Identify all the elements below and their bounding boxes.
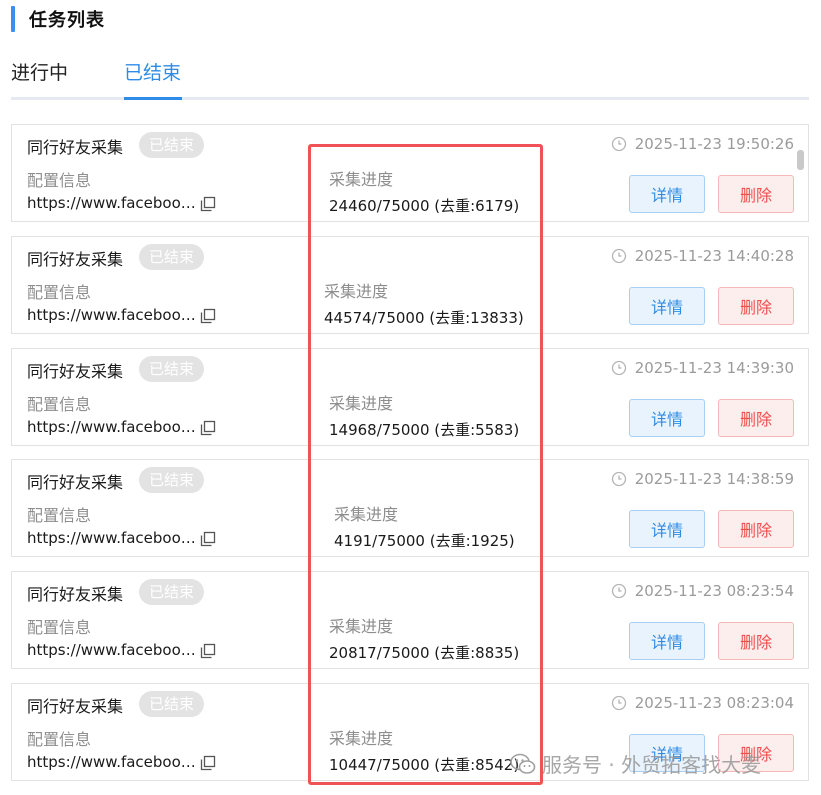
config-url: https://www.faceboo… — [27, 641, 196, 659]
status-badge: 已结束 — [139, 132, 205, 158]
detail-button[interactable]: 详情 — [629, 399, 705, 437]
task-card: 同行好友采集 已结束 配置信息 https://www.faceboo… 采集进… — [11, 683, 809, 781]
status-badge: 已结束 — [139, 467, 205, 493]
page-title: 任务列表 — [29, 10, 105, 31]
task-name: 同行好友采集 — [27, 585, 124, 604]
config-url: https://www.faceboo… — [27, 418, 196, 436]
task-time-text: 2025-11-23 08:23:04 — [634, 694, 794, 712]
task-name: 同行好友采集 — [27, 473, 124, 492]
clock-icon — [611, 360, 626, 376]
progress-label: 采集进度 — [329, 617, 394, 636]
copy-icon[interactable] — [200, 643, 216, 659]
progress-label: 采集进度 — [329, 729, 394, 748]
delete-button[interactable]: 删除 — [718, 622, 794, 660]
task-time: 2025-11-23 14:40:28 — [611, 247, 794, 265]
task-list-page: 任务列表 进行中 已结束 同行好友采集 已结束 配置信息 https://www… — [0, 0, 821, 795]
progress-label: 采集进度 — [329, 394, 394, 413]
copy-icon[interactable] — [200, 308, 216, 324]
config-label: 配置信息 — [27, 171, 92, 190]
progress-value: 24460/75000 (去重:6179) — [329, 197, 520, 215]
clock-icon — [611, 471, 626, 487]
task-time-text: 2025-11-23 19:50:26 — [634, 135, 794, 153]
config-label: 配置信息 — [27, 283, 92, 302]
clock-icon — [611, 248, 626, 264]
progress-value: 44574/75000 (去重:13833) — [324, 309, 524, 327]
detail-button[interactable]: 详情 — [629, 734, 705, 772]
task-name: 同行好友采集 — [27, 250, 124, 269]
config-url: https://www.faceboo… — [27, 529, 196, 547]
clock-icon — [611, 583, 626, 599]
progress-label: 采集进度 — [334, 505, 399, 524]
copy-icon[interactable] — [200, 420, 216, 436]
task-name: 同行好友采集 — [27, 697, 124, 716]
progress-value: 14968/75000 (去重:5583) — [329, 421, 520, 439]
tab-ended[interactable]: 已结束 — [124, 58, 181, 85]
config-label: 配置信息 — [27, 730, 92, 749]
copy-icon[interactable] — [200, 196, 216, 212]
task-card: 同行好友采集 已结束 配置信息 https://www.faceboo… 采集进… — [11, 124, 809, 222]
task-time: 2025-11-23 14:38:59 — [611, 470, 794, 488]
page-header: 任务列表 — [11, 6, 105, 32]
task-name: 同行好友采集 — [27, 362, 124, 381]
detail-button[interactable]: 详情 — [629, 175, 705, 213]
task-time: 2025-11-23 08:23:54 — [611, 582, 794, 600]
config-url: https://www.faceboo… — [27, 306, 196, 324]
clock-icon — [611, 136, 626, 152]
task-time-text: 2025-11-23 08:23:54 — [634, 582, 794, 600]
delete-button[interactable]: 删除 — [718, 287, 794, 325]
progress-value: 10447/75000 (去重:8542) — [329, 756, 520, 774]
delete-button[interactable]: 删除 — [718, 399, 794, 437]
task-card: 同行好友采集 已结束 配置信息 https://www.faceboo… 采集进… — [11, 348, 809, 446]
task-card: 同行好友采集 已结束 配置信息 https://www.faceboo… 采集进… — [11, 236, 809, 334]
active-tab-indicator — [124, 97, 182, 100]
status-badge: 已结束 — [139, 691, 205, 717]
task-time: 2025-11-23 19:50:26 — [611, 135, 794, 153]
clock-icon — [611, 695, 626, 711]
delete-button[interactable]: 删除 — [718, 175, 794, 213]
status-badge: 已结束 — [139, 356, 205, 382]
config-label: 配置信息 — [27, 395, 92, 414]
detail-button[interactable]: 详情 — [629, 622, 705, 660]
tab-running[interactable]: 进行中 — [11, 58, 68, 85]
copy-icon[interactable] — [200, 531, 216, 547]
task-card: 同行好友采集 已结束 配置信息 https://www.faceboo… 采集进… — [11, 571, 809, 669]
task-time: 2025-11-23 08:23:04 — [611, 694, 794, 712]
task-name: 同行好友采集 — [27, 138, 124, 157]
task-time-text: 2025-11-23 14:38:59 — [634, 470, 794, 488]
config-url: https://www.faceboo… — [27, 753, 196, 771]
detail-button[interactable]: 详情 — [629, 510, 705, 548]
config-label: 配置信息 — [27, 506, 92, 525]
progress-value: 20817/75000 (去重:8835) — [329, 644, 520, 662]
delete-button[interactable]: 删除 — [718, 510, 794, 548]
status-tabs: 进行中 已结束 — [11, 52, 809, 100]
scrollbar-thumb[interactable] — [797, 150, 804, 170]
task-time-text: 2025-11-23 14:40:28 — [634, 247, 794, 265]
status-badge: 已结束 — [139, 579, 205, 605]
task-time: 2025-11-23 14:39:30 — [611, 359, 794, 377]
progress-label: 采集进度 — [324, 282, 389, 301]
config-url: https://www.faceboo… — [27, 194, 196, 212]
header-accent-bar — [11, 6, 15, 32]
status-badge: 已结束 — [139, 244, 205, 270]
task-card: 同行好友采集 已结束 配置信息 https://www.faceboo… 采集进… — [11, 459, 809, 557]
config-label: 配置信息 — [27, 618, 92, 637]
task-time-text: 2025-11-23 14:39:30 — [634, 359, 794, 377]
detail-button[interactable]: 详情 — [629, 287, 705, 325]
delete-button[interactable]: 删除 — [718, 734, 794, 772]
copy-icon[interactable] — [200, 755, 216, 771]
progress-value: 4191/75000 (去重:1925) — [334, 532, 515, 550]
progress-label: 采集进度 — [329, 170, 394, 189]
